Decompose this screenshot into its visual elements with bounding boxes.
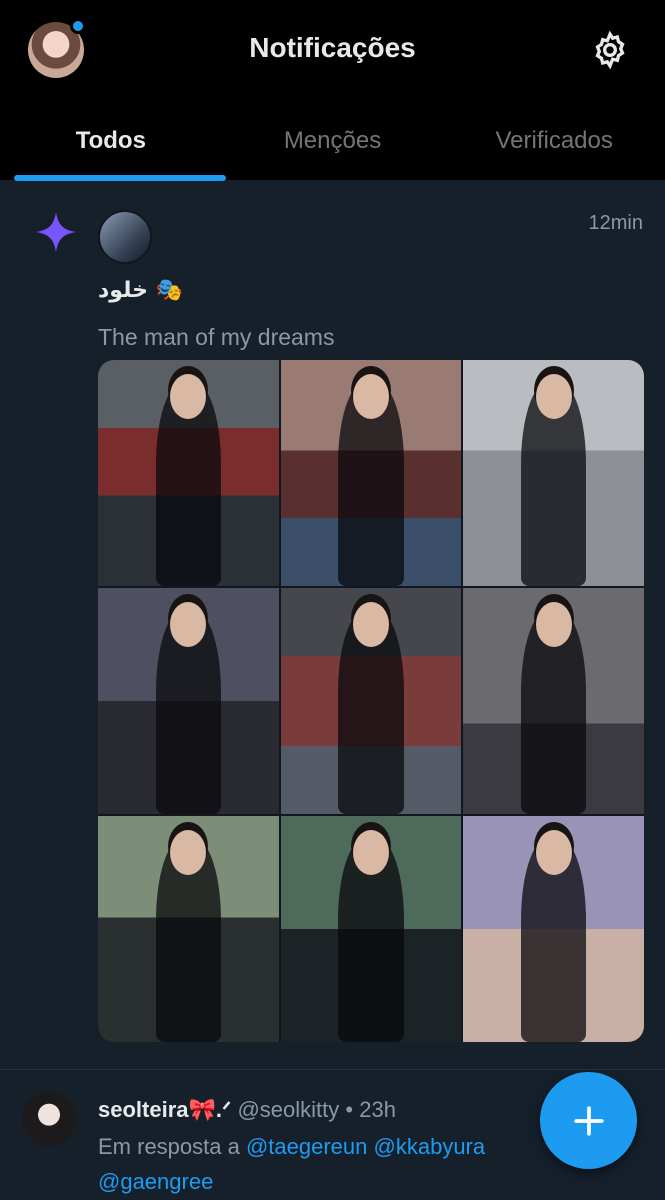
collage-image[interactable]: [98, 360, 279, 586]
tab-mencoes[interactable]: Menções: [222, 105, 444, 180]
collage-image[interactable]: [98, 588, 279, 814]
notification-user-avatar[interactable]: [98, 210, 152, 264]
reply-handle[interactable]: @seolkitty: [237, 1097, 339, 1122]
plus-icon: [573, 1105, 604, 1136]
reply-separator: •: [345, 1097, 354, 1122]
reply-prefix: Em resposta a: [98, 1134, 240, 1159]
mention-link[interactable]: @gaengree: [98, 1169, 213, 1194]
notification-post-text: The man of my dreams: [98, 324, 335, 350]
sparkle-icon: [35, 211, 77, 253]
collage-image[interactable]: [280, 360, 462, 586]
reply-time: 23h: [359, 1097, 396, 1122]
reply-display-name[interactable]: seolteira🎀.ᐟ: [98, 1097, 231, 1122]
reply-header: seolteira🎀.ᐟ @seolkitty • 23h: [98, 1097, 396, 1123]
gear-icon[interactable]: [590, 30, 630, 70]
mention-link[interactable]: @kkabyura: [374, 1134, 486, 1159]
compose-button[interactable]: [540, 1072, 637, 1169]
page-title: Notificações: [249, 32, 416, 63]
collage-image[interactable]: [280, 588, 462, 814]
tab-bar: Todos Menções Verificados: [0, 105, 665, 180]
tab-todos[interactable]: Todos: [0, 105, 222, 180]
notification-time: 12min: [588, 212, 643, 234]
reply-context: Em resposta a @taegereun @kkabyura: [98, 1134, 485, 1160]
collage-image[interactable]: [98, 816, 279, 1042]
collage-image[interactable]: [463, 816, 644, 1042]
collage-image[interactable]: [463, 588, 644, 814]
collage-image[interactable]: [463, 360, 644, 586]
reply-user-avatar[interactable]: [22, 1092, 76, 1146]
tab-verificados[interactable]: Verificados: [443, 105, 665, 180]
collage-image[interactable]: [280, 816, 462, 1042]
reply-context-continued: @gaengree: [98, 1169, 213, 1195]
mention-link[interactable]: @taegereun: [246, 1134, 367, 1159]
top-bar: Notificações Todos Menções Verificados: [0, 0, 665, 181]
image-collage[interactable]: [98, 360, 644, 1042]
notification-user-name[interactable]: خلود 🎭: [98, 278, 183, 303]
